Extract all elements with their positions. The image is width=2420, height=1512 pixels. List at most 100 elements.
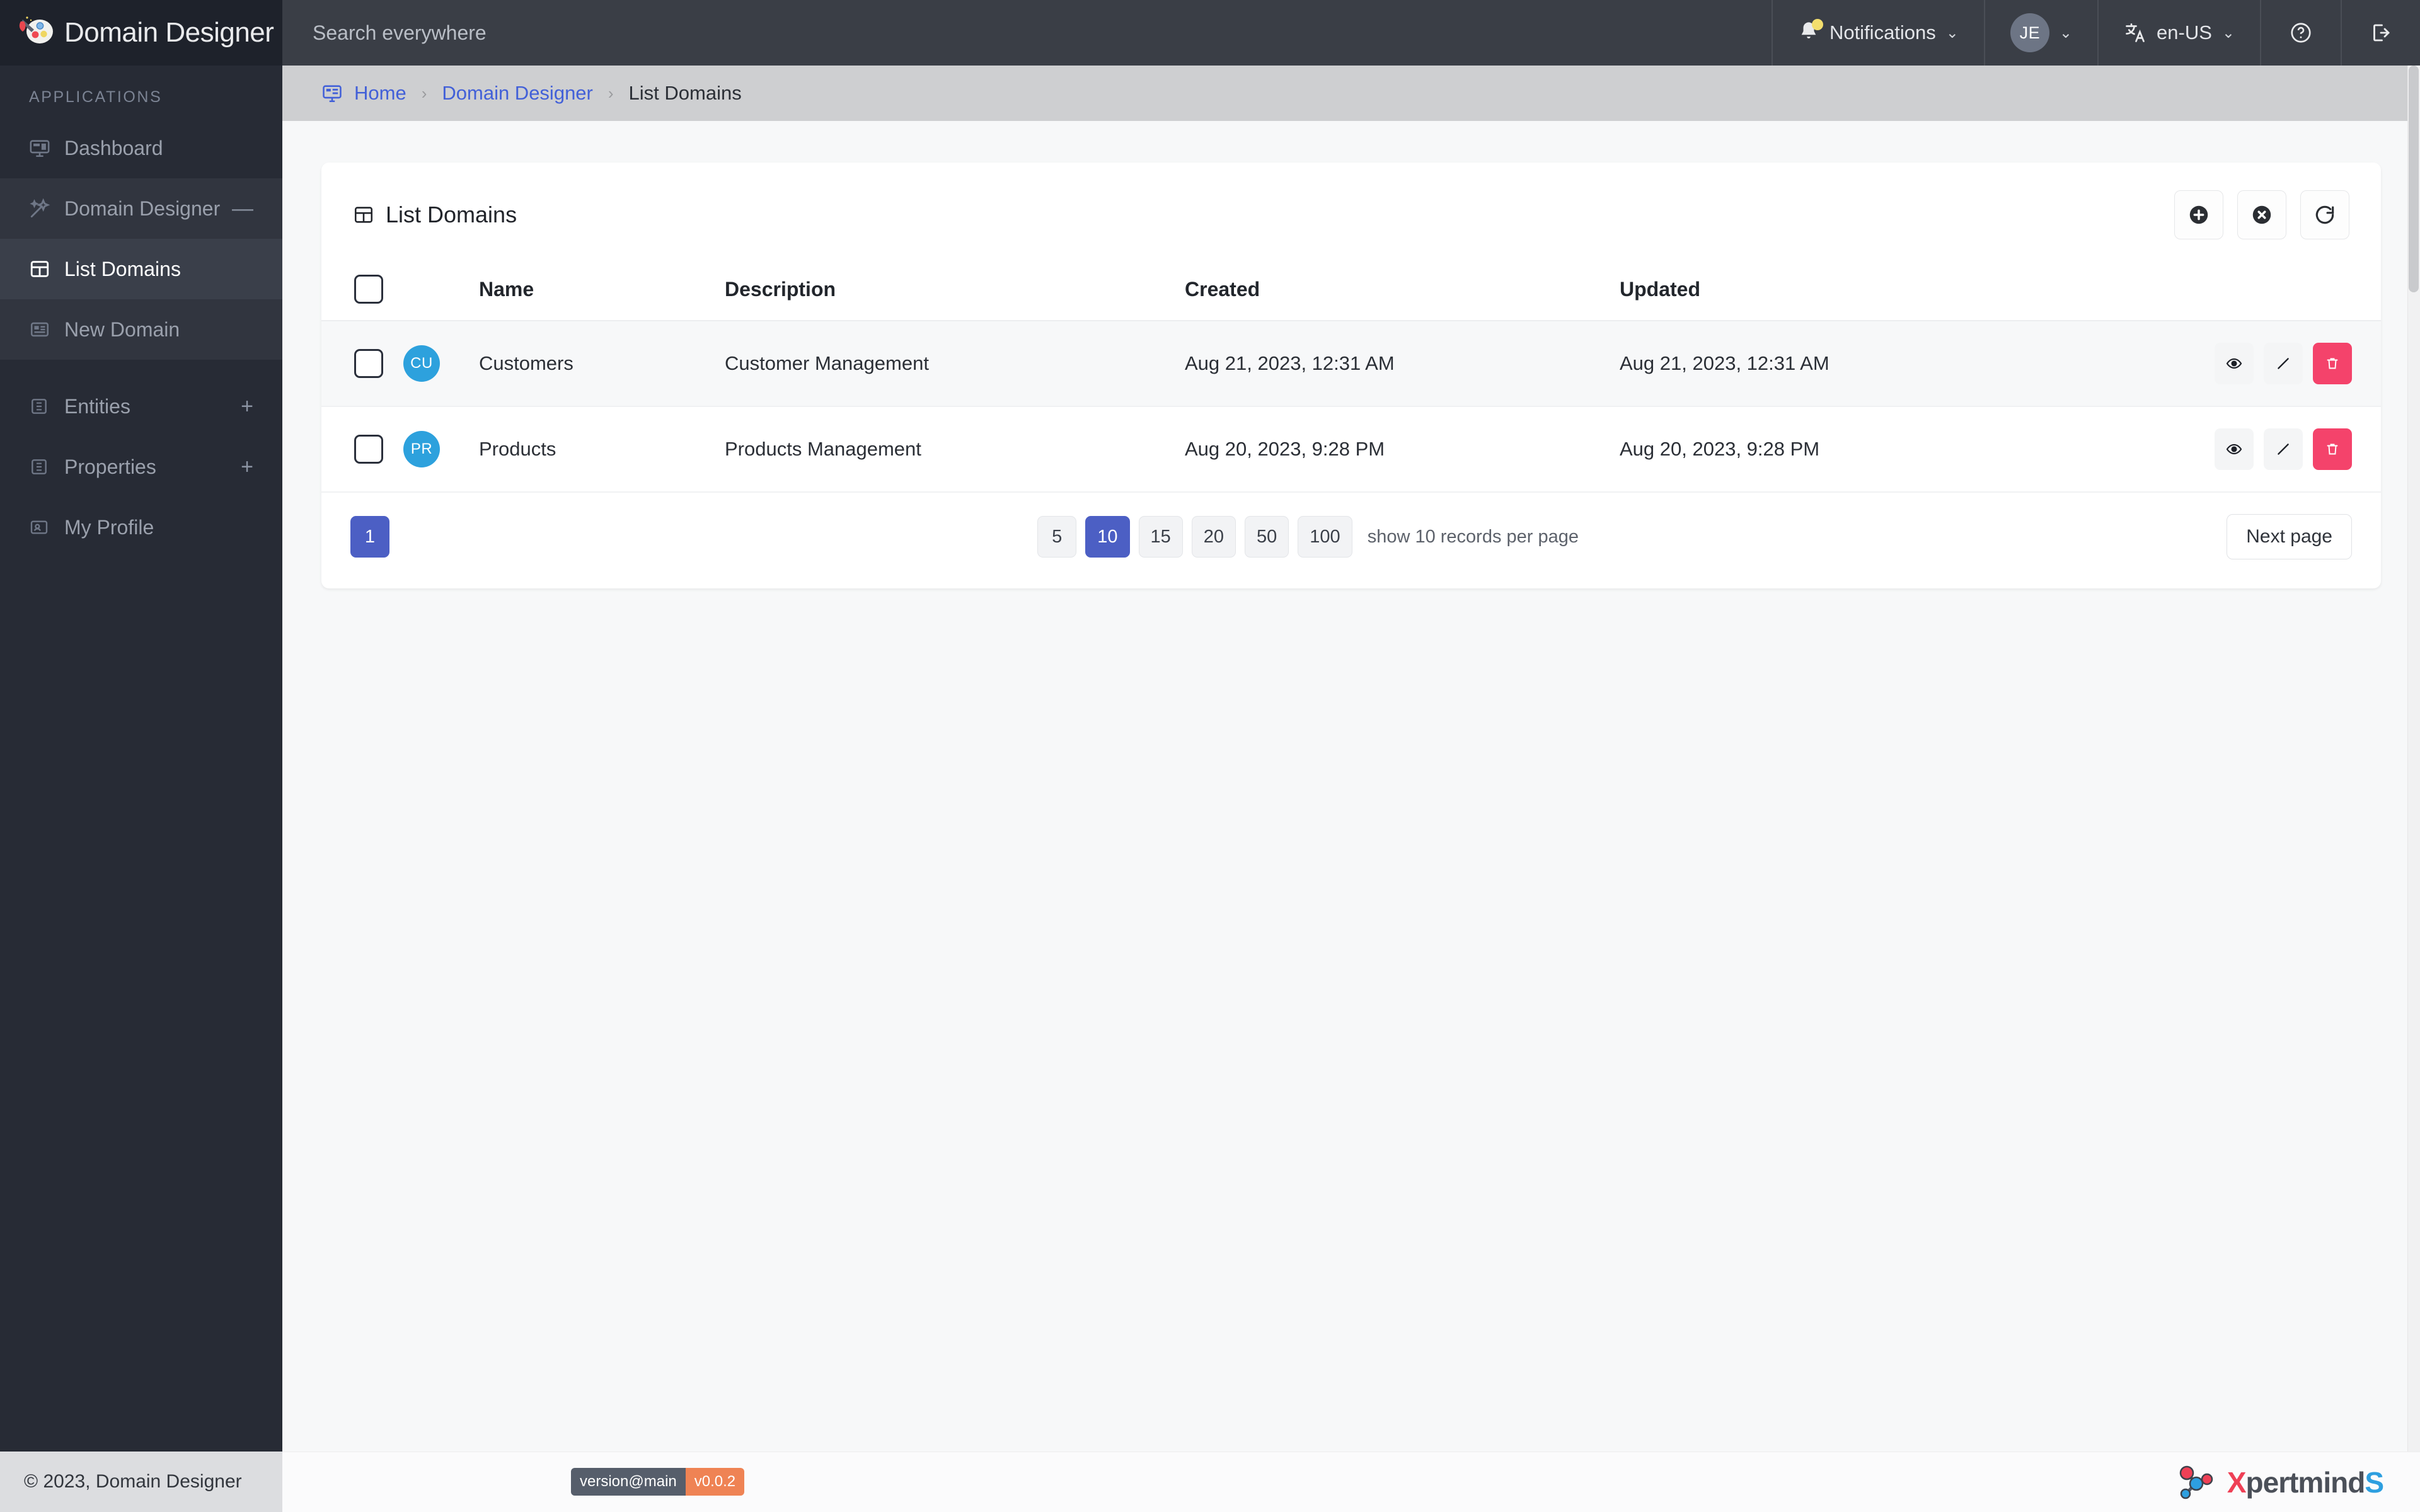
delete-icon bbox=[2325, 356, 2340, 371]
language-selector[interactable]: en-US ⌄ bbox=[2097, 0, 2260, 66]
add-property-button[interactable]: + bbox=[241, 456, 253, 478]
table-body: CU Customers Customer Management Aug 21,… bbox=[321, 321, 2381, 493]
domains-table: Name Description Created Updated CU Cust… bbox=[321, 261, 2381, 493]
column-header-name[interactable]: Name bbox=[479, 261, 725, 321]
breadcrumb-separator: › bbox=[608, 83, 614, 103]
delete-selected-button[interactable] bbox=[2237, 190, 2286, 239]
sidebar: Domain Designer APPLICATIONS Dashboard D… bbox=[0, 0, 282, 1512]
card-title-text: List Domains bbox=[386, 202, 517, 227]
sidebar-item-label: Dashboard bbox=[64, 136, 163, 159]
breadcrumb: Home › Domain Designer › List Domains bbox=[282, 66, 2420, 121]
delete-button[interactable] bbox=[2313, 428, 2352, 470]
refresh-button[interactable] bbox=[2300, 190, 2349, 239]
edit-button[interactable] bbox=[2264, 428, 2303, 470]
row-checkbox[interactable] bbox=[354, 349, 383, 378]
version-value: v0.0.2 bbox=[685, 1468, 745, 1496]
row-updated: Aug 21, 2023, 12:31 AM bbox=[1620, 321, 2073, 407]
page-button-1[interactable]: 1 bbox=[350, 516, 389, 558]
row-created: Aug 20, 2023, 9:28 PM bbox=[1185, 406, 1620, 493]
vendor-name: XpertmindS bbox=[2227, 1465, 2384, 1499]
vendor-logo: XpertmindS bbox=[2174, 1464, 2384, 1501]
row-created: Aug 21, 2023, 12:31 AM bbox=[1185, 321, 1620, 407]
row-name: Products bbox=[479, 406, 725, 493]
view-button[interactable] bbox=[2215, 428, 2254, 470]
magic-wand-icon bbox=[29, 198, 58, 219]
records-per-page-note: show 10 records per page bbox=[1367, 526, 1579, 547]
column-header-updated[interactable]: Updated bbox=[1620, 261, 2073, 321]
sidebar-item-list-domains[interactable]: List Domains bbox=[0, 239, 282, 299]
breadcrumb-separator: › bbox=[421, 83, 427, 103]
select-all-checkbox[interactable] bbox=[354, 275, 383, 304]
user-menu-button[interactable]: JE ⌄ bbox=[1983, 0, 2097, 66]
card-title: List Domains bbox=[353, 202, 517, 228]
page-size-100[interactable]: 100 bbox=[1298, 516, 1352, 558]
page-scrollbar[interactable] bbox=[2407, 66, 2420, 1512]
view-icon bbox=[2226, 355, 2242, 372]
notifications-label: Notifications bbox=[1829, 21, 1936, 43]
chevron-down-icon: ⌄ bbox=[1945, 24, 1959, 42]
add-button[interactable] bbox=[2174, 190, 2223, 239]
collapse-toggle[interactable]: — bbox=[232, 198, 253, 219]
search-input[interactable] bbox=[313, 21, 880, 45]
sidebar-item-properties[interactable]: Properties + bbox=[0, 437, 282, 497]
page-size-5[interactable]: 5 bbox=[1037, 516, 1077, 558]
page-size-20[interactable]: 20 bbox=[1191, 516, 1236, 558]
chevron-down-icon: ⌄ bbox=[2059, 24, 2073, 42]
refresh-icon bbox=[2313, 203, 2337, 227]
logout-button[interactable] bbox=[2341, 0, 2420, 66]
paint-palette-icon bbox=[19, 14, 55, 51]
next-page-button[interactable]: Next page bbox=[2227, 514, 2352, 559]
chevron-down-icon: ⌄ bbox=[2221, 24, 2235, 42]
sidebar-item-new-domain[interactable]: New Domain bbox=[0, 299, 282, 360]
sidebar-item-entities[interactable]: Entities + bbox=[0, 376, 282, 437]
column-header-description[interactable]: Description bbox=[725, 261, 1185, 321]
sidebar-item-label: New Domain bbox=[64, 318, 180, 341]
main-area: Notifications ⌄ JE ⌄ en-US ⌄ bbox=[282, 0, 2420, 1512]
add-entity-button[interactable]: + bbox=[241, 396, 253, 417]
avatar: JE bbox=[2010, 13, 2049, 52]
notifications-button[interactable]: Notifications ⌄ bbox=[1771, 0, 1984, 66]
row-actions-cell bbox=[2073, 406, 2381, 493]
help-circle-icon bbox=[2289, 21, 2313, 45]
search-wrapper bbox=[282, 0, 1772, 66]
table-row[interactable]: PR Products Products Management Aug 20, … bbox=[321, 406, 2381, 493]
table-header-row: Name Description Created Updated bbox=[321, 261, 2381, 321]
dashboard-icon bbox=[29, 137, 58, 159]
table-icon bbox=[29, 258, 58, 280]
sidebar-item-label: Domain Designer bbox=[64, 197, 221, 220]
content-area: List Domains Name Description Created Up… bbox=[282, 121, 2420, 1512]
plus-circle-icon bbox=[2187, 203, 2211, 227]
table-header: Name Description Created Updated bbox=[321, 261, 2381, 321]
select-all-header bbox=[321, 261, 403, 321]
copyright-area: © 2023, Domain Designer bbox=[0, 1452, 282, 1512]
page-size-10[interactable]: 10 bbox=[1085, 516, 1130, 558]
row-description: Products Management bbox=[725, 406, 1185, 493]
page-size-50[interactable]: 50 bbox=[1245, 516, 1289, 558]
row-checkbox[interactable] bbox=[354, 435, 383, 464]
vendor-name-suffix: S bbox=[2365, 1465, 2384, 1499]
view-button[interactable] bbox=[2215, 343, 2254, 384]
breadcrumb-item-home[interactable]: Home bbox=[354, 82, 406, 105]
card-header: List Domains bbox=[321, 163, 2381, 261]
breadcrumb-item-current: List Domains bbox=[628, 82, 742, 104]
vendor-name-prefix: X bbox=[2227, 1465, 2247, 1499]
sidebar-item-dashboard[interactable]: Dashboard bbox=[0, 118, 282, 178]
breadcrumb-item-domain-designer[interactable]: Domain Designer bbox=[442, 82, 593, 105]
version-badge: version@main v0.0.2 bbox=[571, 1468, 745, 1496]
translate-icon bbox=[2124, 21, 2146, 44]
help-button[interactable] bbox=[2260, 0, 2341, 66]
delete-button[interactable] bbox=[2313, 343, 2352, 384]
sidebar-item-my-profile[interactable]: My Profile bbox=[0, 497, 282, 558]
sidebar-item-domain-designer[interactable]: Domain Designer — bbox=[0, 178, 282, 239]
edit-button[interactable] bbox=[2264, 343, 2303, 384]
row-select-cell bbox=[321, 321, 403, 407]
brand[interactable]: Domain Designer bbox=[0, 0, 282, 66]
column-header-created[interactable]: Created bbox=[1185, 261, 1620, 321]
page-size-15[interactable]: 15 bbox=[1138, 516, 1183, 558]
language-label: en-US bbox=[2157, 21, 2212, 43]
table-row[interactable]: CU Customers Customer Management Aug 21,… bbox=[321, 321, 2381, 407]
x-circle-icon bbox=[2250, 203, 2274, 227]
row-updated: Aug 20, 2023, 9:28 PM bbox=[1620, 406, 2073, 493]
scrollbar-thumb[interactable] bbox=[2409, 66, 2419, 292]
